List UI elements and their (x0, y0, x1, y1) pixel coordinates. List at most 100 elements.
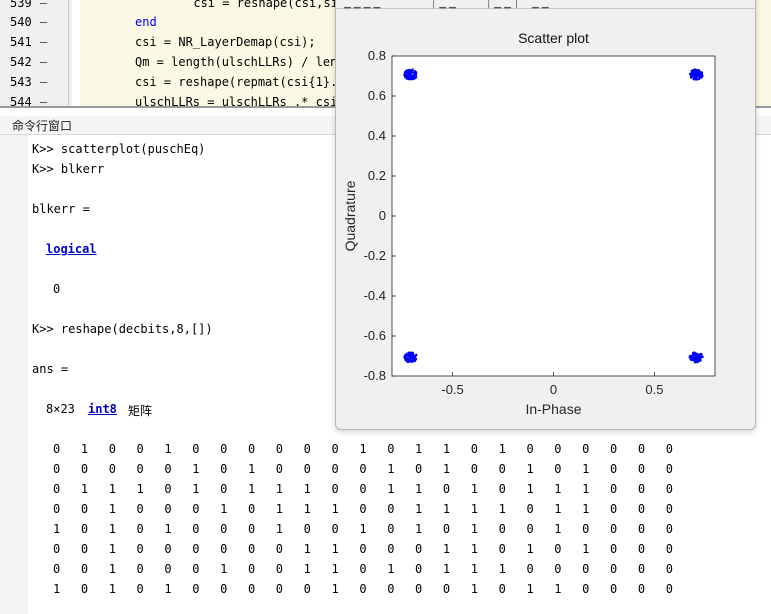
matrix-cell: 1 (387, 462, 395, 476)
line-number: 540 (10, 15, 32, 29)
y-tick-label: -0.4 (364, 288, 386, 303)
matrix-cell: 0 (220, 542, 228, 556)
matrix-cell: 0 (247, 502, 256, 516)
matrix-cell: 0 (387, 542, 395, 556)
figure-window[interactable]: ▁ ▁ ▁ ▁ │ ▁ ▁ │ ▁ ▁ │ ▁ ▁ Scatter plot I… (335, 0, 756, 430)
matrix-cell: 0 (498, 542, 506, 556)
matrix-cell: 0 (108, 442, 116, 456)
matrix-cell: 0 (554, 562, 562, 576)
scatter-point (690, 72, 693, 76)
matrix-cell: 0 (275, 462, 284, 476)
code-line[interactable]: csi = reshape(repmat(csi{1}.' (135, 75, 345, 89)
y-tick-label: 0 (379, 208, 386, 223)
scatter-point (405, 73, 408, 77)
scatter-plot-canvas[interactable]: Scatter plot In-Phase Quadrature -0.5 0 0.… (336, 0, 755, 429)
matrix-cell: 0 (53, 462, 61, 476)
y-tick-label: -0.6 (364, 328, 386, 343)
scatter-point (698, 353, 702, 356)
type-link-logical[interactable]: logical (46, 242, 97, 256)
matrix-cell: 0 (136, 582, 144, 596)
matrix-cell: 0 (665, 502, 673, 516)
breakpoint-marker[interactable]: – (40, 15, 47, 29)
matrix-cell: 0 (164, 482, 172, 496)
matrix-cell: 1 (303, 502, 311, 516)
variable-name: ans = (32, 362, 69, 376)
scatter-point (411, 357, 415, 360)
breakpoint-marker[interactable]: – (40, 35, 47, 49)
matrix-cell: 1 (442, 442, 451, 456)
matrix-cell: 0 (610, 502, 618, 516)
matrix-cell: 0 (247, 582, 256, 596)
matrix-word: 矩阵 (128, 404, 153, 418)
breakpoint-marker[interactable]: – (40, 0, 47, 10)
matrix-cell: 0 (665, 442, 673, 456)
matrix-cell: 1 (108, 542, 116, 556)
x-tick-label: -0.5 (441, 382, 463, 397)
matrix-cell: 0 (415, 562, 423, 576)
command-window-margin (0, 135, 28, 614)
code-line[interactable]: csi = NR_LayerDemap(csi); (135, 35, 316, 49)
breakpoint-marker[interactable]: – (40, 75, 47, 89)
matrix-cell: 0 (247, 562, 256, 576)
matrix-cell: 0 (637, 582, 646, 596)
matrix-cell: 0 (303, 522, 311, 536)
matrix-cell: 0 (359, 462, 367, 476)
scatter-point (411, 354, 414, 357)
code-line[interactable]: Qm = length(ulschLLRs) / leng (135, 55, 345, 69)
matrix-cell: 1 (164, 522, 172, 536)
matrix-cell: 1 (192, 482, 200, 496)
matrix-cell: 0 (359, 542, 367, 556)
matrix-cell: 1 (275, 482, 284, 496)
scatter-point (403, 70, 407, 74)
matrix-cell: 0 (526, 502, 534, 516)
matrix-cell: 0 (80, 582, 89, 596)
y-tick-label: 0.2 (368, 168, 386, 183)
scatter-point (690, 69, 694, 73)
matrix-cell: 0 (192, 562, 200, 576)
matrix-cell: 0 (387, 502, 395, 516)
scatter-point (690, 358, 694, 362)
matrix-cell: 1 (554, 582, 562, 596)
command-line: K>> blkerr (32, 162, 105, 176)
type-link-int8[interactable]: int8 (88, 402, 117, 416)
matrix-cell: 1 (220, 502, 228, 516)
matrix-cell: 0 (275, 542, 284, 556)
matrix-cell: 0 (665, 542, 673, 556)
matrix-cell: 0 (387, 522, 395, 536)
matrix-cell: 0 (80, 462, 89, 476)
matrix-cell: 0 (192, 442, 200, 456)
matrix-cell: 1 (108, 502, 116, 516)
scatter-point (412, 72, 416, 75)
matrix-cell: 0 (665, 582, 673, 596)
scatter-point (413, 358, 417, 362)
matrix-cell: 1 (192, 462, 200, 476)
matrix-cell: 0 (582, 582, 590, 596)
matrix-cell: 1 (387, 562, 395, 576)
matrix-cell: 0 (526, 522, 534, 536)
matrix-cell: 1 (526, 582, 534, 596)
fold-divider (68, 0, 69, 106)
matrix-cell: 0 (136, 522, 144, 536)
scatter-point (414, 76, 418, 79)
breakpoint-marker[interactable]: – (40, 55, 47, 69)
matrix-cell: 0 (526, 562, 534, 576)
matrix-cell: 1 (359, 522, 367, 536)
line-number: 541 (10, 35, 32, 49)
matrix-cell: 1 (108, 482, 116, 496)
matrix-cell: 0 (415, 462, 423, 476)
matrix-cell: 0 (637, 482, 646, 496)
matrix-cell: 0 (136, 502, 144, 516)
matrix-cell: 0 (582, 562, 590, 576)
matrix-cell: 0 (247, 542, 256, 556)
matrix-cell: 0 (470, 442, 478, 456)
matrix-cell: 0 (136, 462, 144, 476)
scatter-point (405, 357, 408, 360)
matrix-cell: 0 (415, 582, 423, 596)
matrix-cell: 0 (554, 462, 562, 476)
matrix-cell: 0 (53, 442, 61, 456)
code-line[interactable]: end (135, 15, 157, 29)
line-number: 539 (10, 0, 32, 10)
matrix-cell: 0 (247, 522, 256, 536)
scatter-point (692, 77, 695, 81)
x-tick-label: 0.5 (645, 382, 663, 397)
